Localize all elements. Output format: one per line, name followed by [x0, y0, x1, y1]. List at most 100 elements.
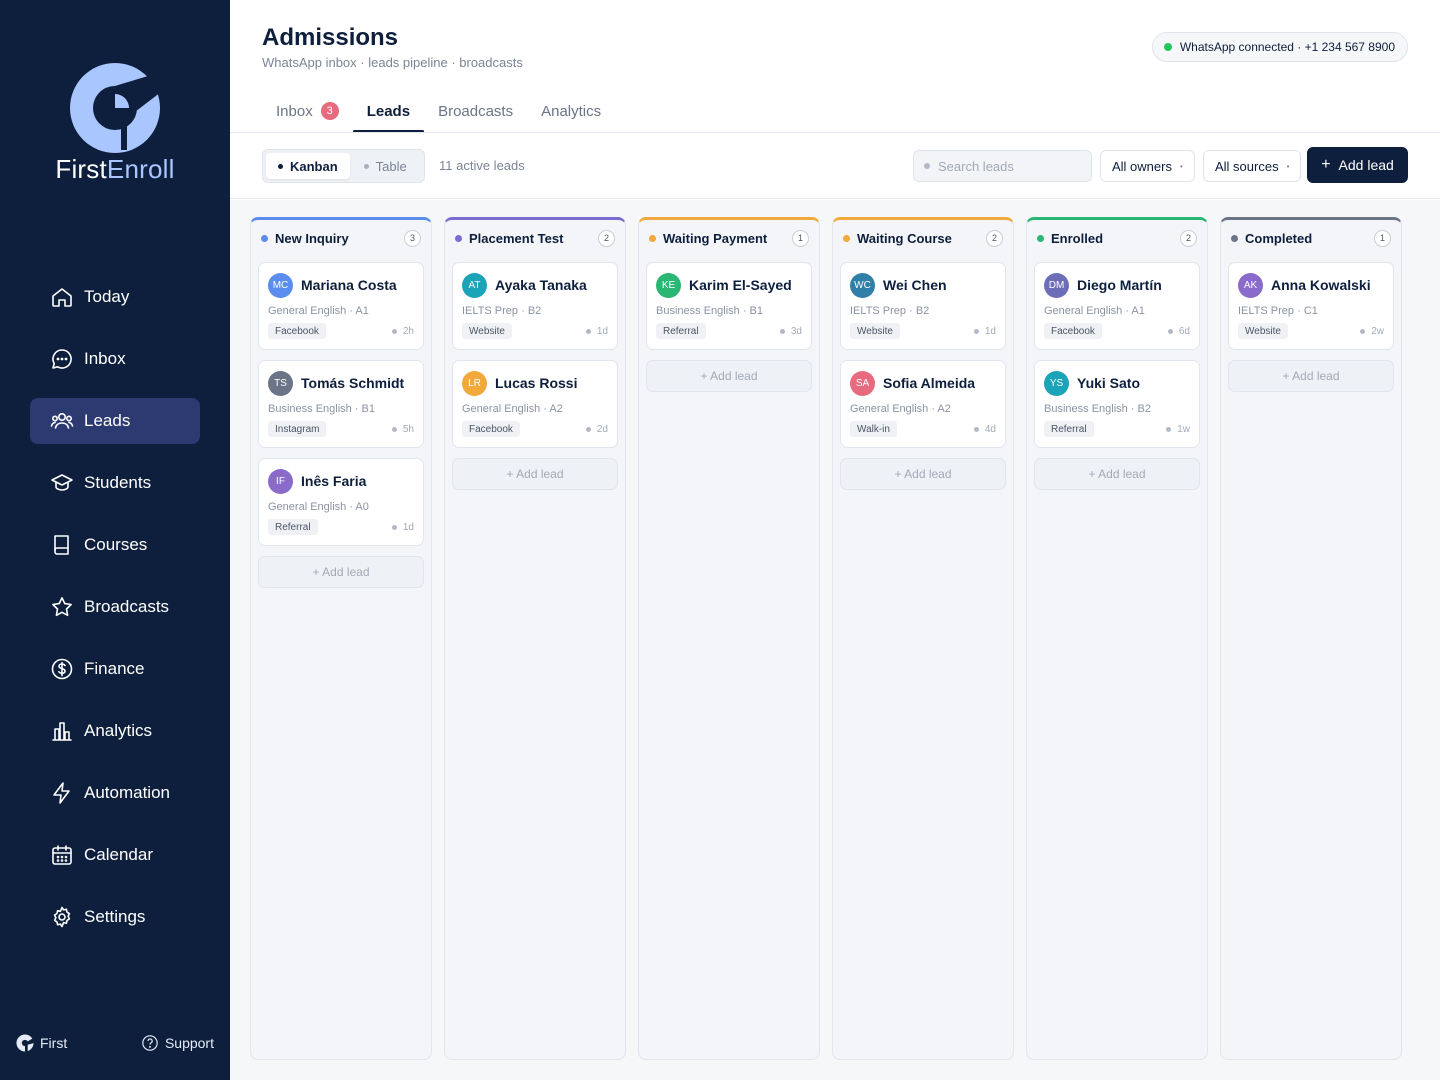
sidebar-item-label: Students	[84, 473, 152, 492]
sidebar-item-courses[interactable]: Courses	[30, 522, 200, 568]
lead-card-footer: Referral 1w	[1044, 421, 1190, 437]
lead-card[interactable]: DM Diego Martín General English · A1 Facebo…	[1034, 262, 1200, 350]
search-input[interactable]	[938, 158, 1078, 174]
lead-card-footer: Instagram 5h	[268, 421, 414, 437]
view-table-button[interactable]: Table	[352, 153, 419, 179]
sidebar-item-calendar[interactable]: Calendar	[30, 832, 200, 878]
sidebar-item-label: Finance	[84, 659, 145, 678]
whatsapp-status-badge[interactable]: WhatsApp connected · +1 234 567 8900	[1151, 32, 1408, 62]
brand-name: FirstEnroll	[55, 154, 175, 184]
lead-card[interactable]: AK Anna Kowalski IELTS Prep · C1 Website 2w	[1228, 262, 1394, 350]
source-tag: Website	[850, 323, 900, 339]
lead-age-text: 2d	[596, 423, 608, 435]
search-icon	[924, 163, 930, 169]
sources-filter-label: All sources	[1215, 158, 1279, 174]
owners-filter[interactable]: All owners •	[1100, 150, 1195, 182]
lead-name: Inês Faria	[301, 473, 367, 489]
source-tag: Referral	[656, 323, 706, 339]
lead-card-footer: Website 2w	[1238, 323, 1384, 339]
source-tag: Facebook	[462, 421, 520, 437]
kanban-column: Completed 1 AK Anna Kowalski IELTS Prep · C1…	[1220, 217, 1402, 1060]
lead-course: General English · A2	[462, 403, 563, 415]
kanban-column: Placement Test 2 AT Ayaka Tanaka IELTS Prep …	[444, 217, 626, 1060]
column-title: Completed	[1245, 230, 1313, 246]
sidebar-item-broadcasts[interactable]: Broadcasts	[30, 584, 200, 630]
lead-card-footer: Facebook 2d	[462, 421, 608, 437]
lead-age: 1d	[585, 326, 608, 337]
add-lead-button[interactable]: + Add lead	[1307, 147, 1408, 183]
sources-filter[interactable]: All sources •	[1203, 150, 1302, 182]
lead-card[interactable]: AT Ayaka Tanaka IELTS Prep · B2 Website 1d	[452, 262, 618, 350]
lead-card-footer: Website 1d	[850, 323, 996, 339]
sidebar-item-inbox[interactable]: Inbox	[30, 336, 200, 382]
brand-logo[interactable]: FirstEnroll	[0, 62, 230, 185]
view-kanban-button[interactable]: Kanban	[266, 153, 350, 179]
lead-card[interactable]: LR Lucas Rossi General English · A2 Faceboo…	[452, 360, 618, 448]
sidebar: FirstEnroll Today Inbox Leads Students C…	[0, 0, 230, 1080]
lead-course: General English · A0	[268, 501, 369, 513]
lead-card-header: MC Mariana Costa	[268, 272, 414, 298]
lead-name: Ayaka Tanaka	[495, 277, 587, 293]
column-header: Enrolled 2	[1027, 220, 1207, 256]
graduation-cap-icon	[51, 474, 73, 491]
chevron-down-icon: •	[1286, 161, 1290, 171]
avatar: IF	[268, 468, 293, 494]
lead-card[interactable]: KE Karim El-Sayed Business English · B1 Ref…	[646, 262, 812, 350]
tab-leads[interactable]: Leads	[352, 96, 425, 133]
lead-course: Business English · B1	[656, 305, 763, 317]
bar-chart-icon	[52, 722, 72, 741]
calendar-icon	[52, 845, 72, 865]
lead-card[interactable]: SA Sofia Almeida General English · A2 Walk-…	[840, 360, 1006, 448]
workspace-switcher[interactable]: First	[16, 1034, 67, 1052]
tab-analytics[interactable]: Analytics	[527, 96, 615, 132]
column-add-lead-button[interactable]: + Add lead	[1034, 458, 1200, 490]
sidebar-item-analytics[interactable]: Analytics	[30, 708, 200, 754]
tab-inbox[interactable]: Inbox 3	[262, 96, 353, 132]
stage-dot-icon	[1231, 234, 1238, 242]
lead-card-footer: Facebook 2h	[268, 323, 414, 339]
lead-card[interactable]: YS Yuki Sato Business English · B2 Referral…	[1034, 360, 1200, 448]
tab-label: Inbox	[276, 103, 313, 120]
lead-card-header: AT Ayaka Tanaka	[462, 272, 608, 298]
lead-card-header: AK Anna Kowalski	[1238, 272, 1384, 298]
column-count-badge: 2	[1180, 229, 1197, 247]
lead-card[interactable]: WC Wei Chen IELTS Prep · B2 Website 1d	[840, 262, 1006, 350]
lead-name: Mariana Costa	[301, 277, 397, 293]
sidebar-item-today[interactable]: Today	[30, 274, 200, 320]
lead-age-text: 5h	[402, 423, 414, 435]
sidebar-item-settings[interactable]: Settings	[30, 894, 200, 940]
lead-card[interactable]: IF Inês Faria General English · A0 Referral…	[258, 458, 424, 546]
lead-course: Business English · B1	[268, 403, 375, 415]
lead-age-text: 1d	[984, 325, 996, 337]
lead-course: IELTS Prep · C1	[1238, 305, 1318, 317]
column-header: Waiting Payment 1	[639, 220, 819, 256]
age-dot-icon	[585, 426, 591, 432]
lead-name: Anna Kowalski	[1271, 277, 1371, 293]
tab-broadcasts[interactable]: Broadcasts	[424, 96, 527, 132]
sidebar-nav: Today Inbox Leads Students Courses Broad…	[30, 274, 200, 956]
column-add-lead-button[interactable]: + Add lead	[646, 360, 812, 392]
lead-card[interactable]: TS Tomás Schmidt Business English · B1 Inst…	[258, 360, 424, 448]
source-tag: Facebook	[1044, 323, 1102, 339]
kanban-column: Enrolled 2 DM Diego Martín General English ·…	[1026, 217, 1208, 1060]
sidebar-item-automation[interactable]: Automation	[30, 770, 200, 816]
column-add-lead-button[interactable]: + Add lead	[1228, 360, 1394, 392]
sidebar-item-students[interactable]: Students	[30, 460, 200, 506]
column-add-lead-button[interactable]: + Add lead	[840, 458, 1006, 490]
lead-age: 6d	[1167, 326, 1190, 337]
age-dot-icon	[973, 328, 979, 334]
column-header: Completed 1	[1221, 220, 1401, 256]
column-title: Waiting Course	[857, 230, 952, 246]
column-add-lead-button[interactable]: + Add lead	[258, 556, 424, 588]
lead-card[interactable]: MC Mariana Costa General English · A1 Faceb…	[258, 262, 424, 350]
dollar-icon	[51, 658, 73, 680]
sidebar-item-label: Automation	[84, 783, 170, 802]
avatar: WC	[850, 272, 875, 298]
gear-icon	[53, 906, 71, 928]
support-link[interactable]: Support	[141, 1034, 214, 1052]
column-add-lead-button[interactable]: + Add lead	[452, 458, 618, 490]
sidebar-item-leads[interactable]: Leads	[30, 398, 200, 444]
sidebar-item-label: Today	[84, 287, 130, 306]
sidebar-item-finance[interactable]: Finance	[30, 646, 200, 692]
kanban-dot-icon	[278, 163, 283, 169]
